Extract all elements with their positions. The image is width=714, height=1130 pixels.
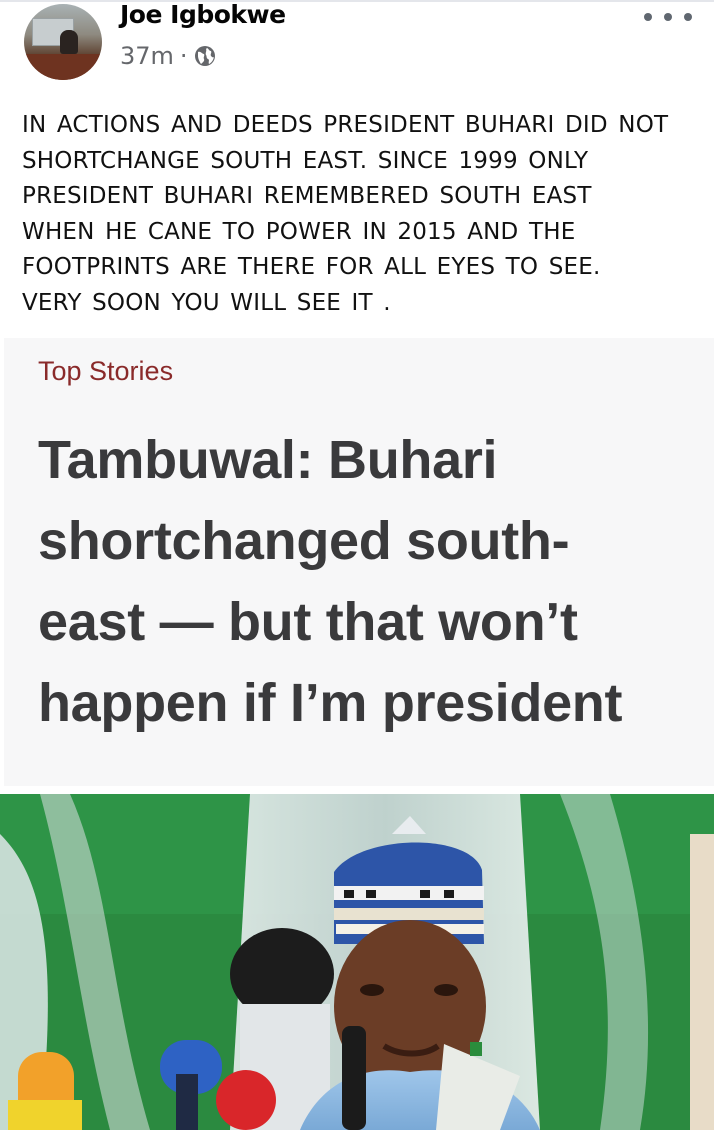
headline-line: east — but that won’t: [38, 592, 578, 652]
avatar-desk: [24, 54, 102, 80]
post-text-line: WHEN HE CANE TO POWER IN 2015 AND THE: [22, 218, 576, 245]
globe-icon[interactable]: [194, 45, 216, 67]
avatar[interactable]: [24, 4, 102, 80]
post-text-line: FOOTPRINTS ARE THERE FOR ALL EYES TO SEE…: [22, 254, 601, 280]
divider: [0, 0, 714, 2]
author-name[interactable]: Joe Igbokwe: [120, 0, 286, 29]
headline-line: happen if I’m president: [38, 673, 623, 733]
avatar-person: [60, 30, 78, 54]
headline-line: Tambuwal: Buhari: [38, 430, 498, 490]
post-meta: 37m ·: [120, 40, 216, 72]
post-text-line: SHORTCHANGE SOUTH EAST. SINCE 1999 ONLY: [22, 147, 589, 174]
article-preview[interactable]: Top Stories Tambuwal: Buhari shortchange…: [4, 338, 714, 786]
article-photo[interactable]: [0, 794, 714, 1130]
more-options-icon[interactable]: [644, 6, 692, 28]
post-text-line: PRESIDENT BUHARI REMEMBERED SOUTH EAST: [22, 183, 592, 209]
more-dot: [664, 13, 672, 21]
article-kicker: Top Stories: [38, 356, 174, 386]
meta-separator: ·: [179, 42, 188, 70]
article-headline: Tambuwal: Buhari shortchanged south- eas…: [38, 420, 698, 744]
facebook-post: Joe Igbokwe 37m · IN ACTIONS AND DEEDS P…: [0, 0, 714, 1130]
headline-line: shortchanged south-: [38, 511, 570, 571]
post-text: IN ACTIONS AND DEEDS PRESIDENT BUHARI DI…: [22, 108, 702, 321]
more-dot: [644, 13, 652, 21]
post-text-line: IN ACTIONS AND DEEDS PRESIDENT BUHARI DI…: [22, 112, 669, 138]
post-time[interactable]: 37m: [120, 42, 174, 70]
post-text-line: VERY SOON YOU WILL SEE IT .: [22, 289, 391, 316]
more-dot: [684, 13, 692, 21]
photo-illustration: [0, 794, 714, 1130]
